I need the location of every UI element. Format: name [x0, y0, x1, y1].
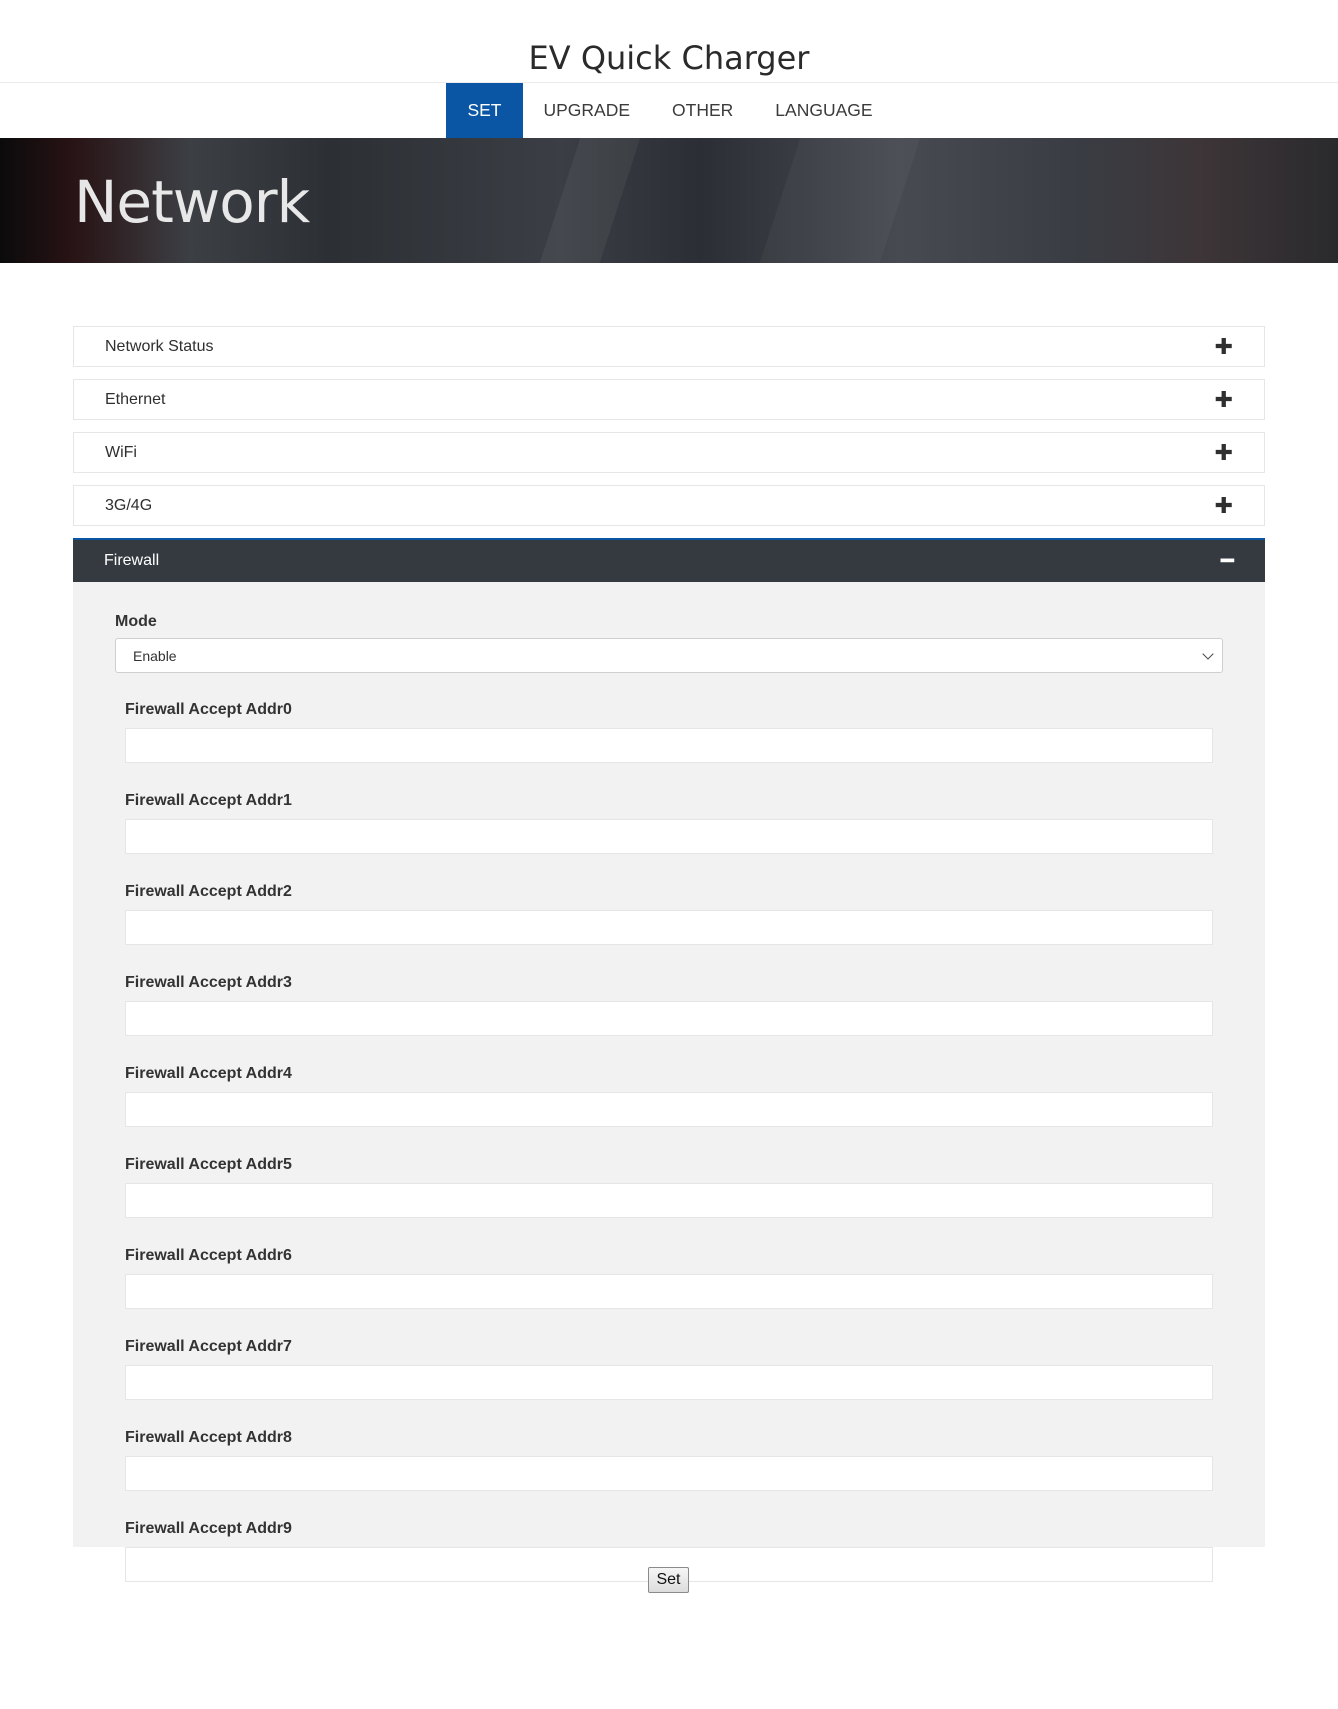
firewall-addr3-input[interactable] [125, 1001, 1213, 1036]
minus-icon[interactable]: ━ [1221, 550, 1234, 572]
app-title: EV Quick Charger [0, 0, 1338, 83]
page-title: Network [74, 168, 310, 236]
plus-icon[interactable]: ✚ [1215, 335, 1233, 358]
firewall-address-list: Firewall Accept Addr0 Firewall Accept Ad… [73, 700, 1265, 1582]
firewall-addr2-input[interactable] [125, 910, 1213, 945]
panel-3g-4g[interactable]: 3G/4G ✚ [73, 485, 1265, 526]
panel-label: Network Status [105, 337, 214, 355]
firewall-addr5-input[interactable] [125, 1183, 1213, 1218]
firewall-addr6-input[interactable] [125, 1274, 1213, 1309]
firewall-field: Firewall Accept Addr4 [125, 1064, 1213, 1127]
panel-label: Firewall [104, 552, 160, 569]
panel-ethernet[interactable]: Ethernet ✚ [73, 379, 1265, 420]
main-nav: SET UPGRADE OTHER LANGUAGE [0, 83, 1338, 138]
mode-select[interactable]: Enable [115, 638, 1223, 673]
firewall-addr1-input[interactable] [125, 819, 1213, 854]
banner-decoration [539, 138, 641, 263]
set-button[interactable]: Set [648, 1567, 689, 1593]
firewall-panel-body: Mode Enable Firewall Accept Addr0 Firewa… [73, 582, 1265, 1582]
main-content: Network Status ✚ Ethernet ✚ WiFi ✚ 3G/4G… [0, 263, 1265, 1582]
panel-firewall[interactable]: Firewall ━ [73, 538, 1265, 582]
panel-label: WiFi [105, 443, 137, 461]
nav-item-upgrade[interactable]: UPGRADE [523, 83, 652, 138]
field-label: Firewall Accept Addr0 [125, 701, 292, 718]
form-actions: Set [0, 1567, 1338, 1593]
field-label: Firewall Accept Addr4 [125, 1065, 292, 1082]
firewall-addr4-input[interactable] [125, 1092, 1213, 1127]
mode-label: Mode [115, 613, 157, 630]
firewall-addr7-input[interactable] [125, 1365, 1213, 1400]
field-label: Firewall Accept Addr3 [125, 974, 292, 991]
firewall-addr0-input[interactable] [125, 728, 1213, 763]
firewall-field: Firewall Accept Addr5 [125, 1155, 1213, 1218]
firewall-field: Firewall Accept Addr0 [125, 700, 1213, 763]
field-label: Firewall Accept Addr1 [125, 792, 292, 809]
firewall-field: Firewall Accept Addr2 [125, 882, 1213, 945]
chevron-down-icon [1202, 647, 1214, 660]
field-label: Firewall Accept Addr5 [125, 1156, 292, 1173]
nav-item-other[interactable]: OTHER [651, 83, 754, 138]
firewall-field: Firewall Accept Addr3 [125, 973, 1213, 1036]
panel-label: Ethernet [105, 390, 166, 408]
firewall-field: Firewall Accept Addr8 [125, 1428, 1213, 1491]
field-label: Firewall Accept Addr6 [125, 1247, 292, 1264]
panel-network-status[interactable]: Network Status ✚ [73, 326, 1265, 367]
plus-icon[interactable]: ✚ [1215, 494, 1233, 517]
field-label: Firewall Accept Addr8 [125, 1429, 292, 1446]
page-banner: Network [0, 138, 1338, 263]
mode-select-value: Enable [133, 647, 177, 664]
nav-item-set[interactable]: SET [446, 83, 523, 138]
firewall-addr8-input[interactable] [125, 1456, 1213, 1491]
firewall-field: Firewall Accept Addr1 [125, 791, 1213, 854]
panel-wifi[interactable]: WiFi ✚ [73, 432, 1265, 473]
field-label: Firewall Accept Addr9 [125, 1520, 292, 1537]
nav-item-language[interactable]: LANGUAGE [754, 83, 893, 138]
field-label: Firewall Accept Addr2 [125, 883, 292, 900]
plus-icon[interactable]: ✚ [1215, 441, 1233, 464]
plus-icon[interactable]: ✚ [1215, 388, 1233, 411]
firewall-field: Firewall Accept Addr7 [125, 1337, 1213, 1400]
field-label: Firewall Accept Addr7 [125, 1338, 292, 1355]
banner-decoration [760, 138, 921, 263]
firewall-field: Firewall Accept Addr6 [125, 1246, 1213, 1309]
panel-label: 3G/4G [105, 496, 153, 514]
